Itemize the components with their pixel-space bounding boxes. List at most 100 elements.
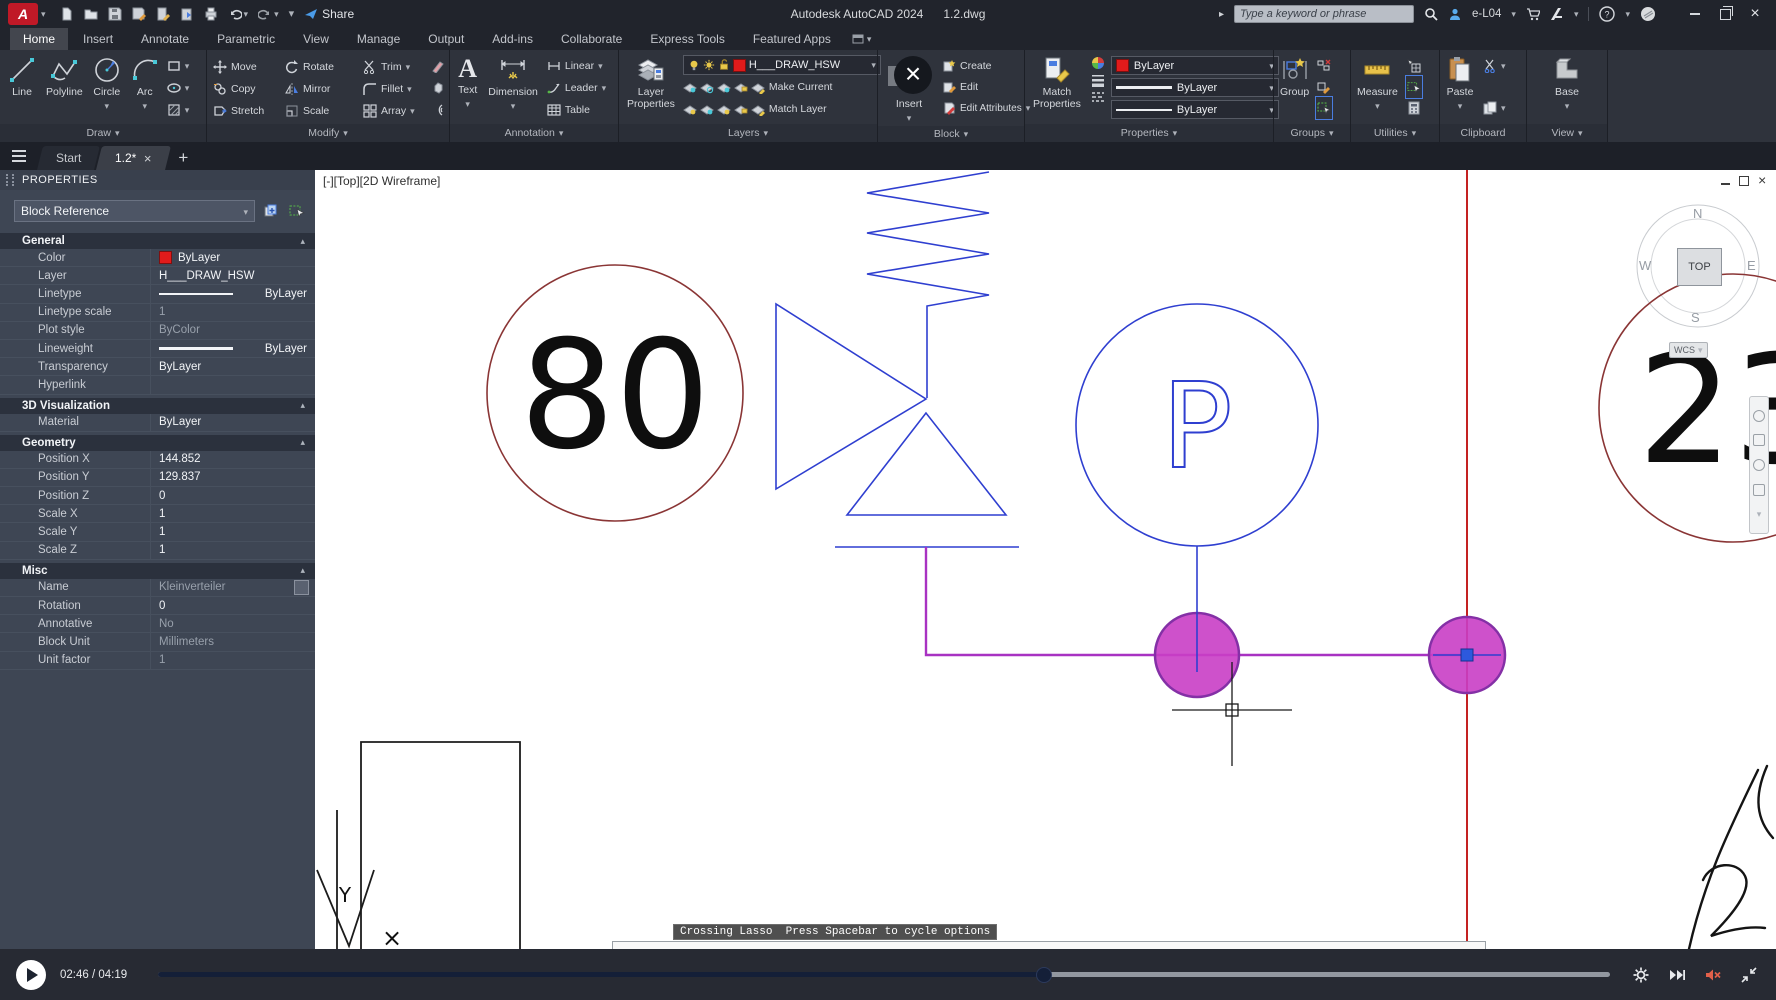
search-collapse-icon[interactable] — [1219, 8, 1224, 20]
app-menu-caret-icon[interactable] — [41, 8, 46, 20]
tab-parametric[interactable]: Parametric — [204, 28, 288, 50]
ungroup-button[interactable] — [1317, 56, 1331, 76]
section-3d-visualization[interactable]: 3D Visualization — [0, 398, 315, 414]
edit-attributes-button[interactable]: Edit Attributes — [942, 98, 1030, 118]
qat-customize-caret-icon[interactable] — [289, 8, 295, 20]
account-caret-icon[interactable] — [1511, 8, 1516, 20]
pan-icon[interactable] — [1753, 434, 1765, 446]
offset-button[interactable] — [431, 100, 445, 120]
ribbon-display-toggle[interactable] — [852, 28, 872, 50]
save-as-button[interactable] — [132, 7, 146, 21]
tab-document-1-2[interactable]: 1.2* — [96, 146, 171, 170]
close-tab-icon[interactable] — [145, 151, 153, 166]
copy-clip-button[interactable] — [1483, 98, 1506, 118]
prop-row-annotative[interactable]: Annotative No — [0, 615, 315, 633]
hatch-button[interactable] — [167, 100, 190, 120]
panel-label-layers[interactable]: Layers — [619, 124, 877, 142]
tab-output[interactable]: Output — [415, 28, 477, 50]
section-general[interactable]: General — [0, 233, 315, 249]
pickadd-toggle-button[interactable] — [261, 201, 281, 221]
viewcube-west[interactable]: W — [1639, 258, 1651, 273]
layer-on-icon[interactable] — [717, 102, 731, 116]
panel-label-properties[interactable]: Properties — [1025, 124, 1273, 142]
account-icon[interactable] — [1448, 7, 1462, 21]
insert-block-button[interactable]: Insert — [882, 54, 936, 126]
rectangle-button[interactable] — [167, 56, 190, 76]
bottom-left-drawing[interactable] — [317, 742, 520, 949]
share-button[interactable]: Share — [304, 7, 354, 21]
prop-row-block-unit[interactable]: Block Unit Millimeters — [0, 633, 315, 651]
play-button[interactable] — [16, 960, 46, 990]
tab-home[interactable]: Home — [10, 28, 68, 50]
copy-button[interactable]: Copy — [213, 79, 285, 99]
layer-thaw-icon[interactable] — [700, 102, 714, 116]
plot-button[interactable] — [156, 7, 170, 21]
panel-label-groups[interactable]: Groups — [1274, 124, 1350, 142]
dimension-button[interactable]: Dimension — [484, 54, 542, 114]
prop-row-layer[interactable]: Layer H___DRAW_HSW — [0, 267, 315, 285]
undo-button[interactable] — [228, 7, 249, 21]
cut-button[interactable] — [1483, 56, 1506, 76]
section-misc[interactable]: Misc — [0, 563, 315, 579]
tab-manage[interactable]: Manage — [344, 28, 413, 50]
leader-button[interactable]: Leader — [547, 78, 606, 98]
make-current-button[interactable]: Make Current — [751, 77, 833, 97]
viewcube-east[interactable]: E — [1747, 258, 1756, 273]
arc-button[interactable]: Arc — [127, 54, 163, 114]
mirror-button[interactable]: Mirror — [285, 79, 363, 99]
full-navigation-wheel-icon[interactable] — [1753, 410, 1765, 422]
ellipse-button[interactable] — [167, 78, 190, 98]
prop-row-scale-y[interactable]: Scale Y 1 — [0, 523, 315, 541]
prop-row-rotation[interactable]: Rotation 0 — [0, 597, 315, 615]
viewcube-top-face[interactable]: TOP — [1677, 248, 1722, 286]
mute-icon[interactable] — [1702, 964, 1724, 986]
viewport-controls-label[interactable]: [-][Top][2D Wireframe] — [323, 174, 440, 188]
create-block-button[interactable]: Create — [942, 56, 1030, 76]
navbar-caret-icon[interactable] — [1757, 508, 1762, 520]
tab-annotate[interactable]: Annotate — [128, 28, 202, 50]
palette-grip-icon[interactable] — [6, 174, 14, 186]
print-button[interactable] — [204, 7, 218, 21]
close-window-button[interactable] — [1740, 0, 1770, 28]
drawing-canvas[interactable]: 80 23 P — [315, 170, 1776, 949]
prop-row-unit-factor[interactable]: Unit factor 1 — [0, 652, 315, 670]
prop-row-color[interactable]: Color ByLayer — [0, 249, 315, 267]
layer-isolate-icon[interactable] — [683, 80, 697, 94]
lineweight-combo[interactable]: ByLayer — [1111, 78, 1279, 97]
layer-lock-icon[interactable] — [734, 80, 748, 94]
save-button[interactable] — [108, 7, 122, 21]
group-button[interactable]: Group — [1276, 54, 1313, 100]
prop-row-name[interactable]: Name Kleinverteiler — [0, 579, 315, 597]
wcs-selector[interactable]: WCS — [1669, 342, 1708, 358]
playback-speed-icon[interactable] — [1666, 964, 1688, 986]
tab-add-ins[interactable]: Add-ins — [479, 28, 546, 50]
object-color-combo[interactable]: ByLayer — [1111, 56, 1279, 75]
orbit-icon[interactable] — [1753, 484, 1765, 496]
file-tabs-menu-icon[interactable] — [6, 144, 38, 168]
app-menu-button[interactable] — [8, 3, 38, 25]
prop-row-scale-z[interactable]: Scale Z 1 — [0, 542, 315, 560]
properties-palette-header[interactable]: PROPERTIES — [0, 170, 315, 190]
linetype-combo[interactable]: ByLayer — [1111, 100, 1279, 119]
help-icon[interactable] — [1599, 6, 1615, 22]
prop-row-hyperlink[interactable]: Hyperlink — [0, 376, 315, 394]
block-name-picker-icon[interactable] — [294, 580, 309, 595]
prop-row-position-x[interactable]: Position X 144.852 — [0, 451, 315, 469]
prop-row-transparency[interactable]: Transparency ByLayer — [0, 358, 315, 376]
section-geometry[interactable]: Geometry — [0, 435, 315, 451]
match-properties-button[interactable]: Match Properties — [1029, 54, 1085, 112]
trim-button[interactable]: Trim — [363, 57, 429, 77]
match-layer-button[interactable]: Match Layer — [751, 99, 827, 119]
layer-unlock-icon[interactable] — [734, 102, 748, 116]
viewport-close-icon[interactable] — [1758, 173, 1766, 188]
help-caret-icon[interactable] — [1625, 8, 1630, 20]
tab-view[interactable]: View — [290, 28, 342, 50]
restore-window-button[interactable] — [1710, 0, 1740, 28]
prop-row-material[interactable]: Material ByLayer — [0, 414, 315, 432]
search-input[interactable] — [1234, 5, 1414, 23]
tab-express-tools[interactable]: Express Tools — [637, 28, 737, 50]
circle-80-entity[interactable]: 80 — [487, 265, 743, 521]
layer-freeze-icon[interactable] — [700, 80, 714, 94]
new-file-button[interactable] — [60, 7, 74, 21]
paste-button[interactable]: Paste — [1442, 54, 1478, 114]
